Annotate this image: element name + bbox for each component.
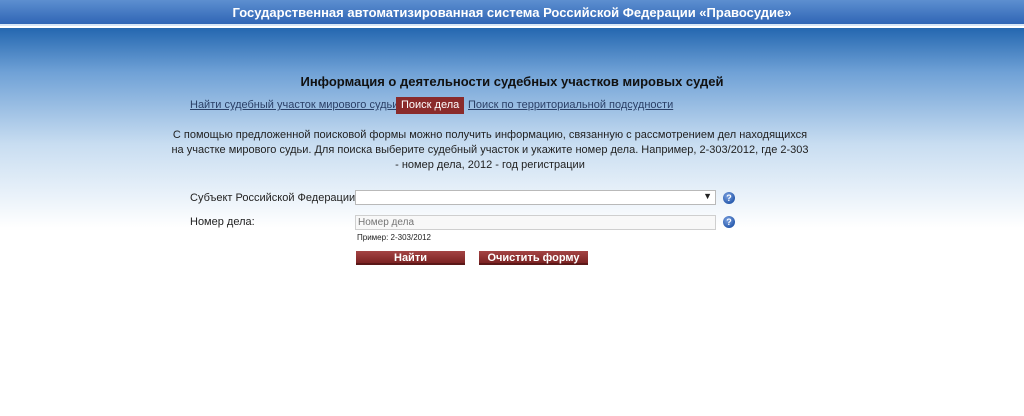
- search-description: С помощью предложенной поисковой формы м…: [171, 129, 809, 171]
- search-button[interactable]: Найти: [356, 251, 465, 265]
- nav-case-search-tab[interactable]: Поиск дела: [396, 97, 465, 114]
- case-number-input[interactable]: [355, 215, 716, 230]
- nav-bar: Найти судебный участок мирового судьи По…: [0, 97, 1024, 115]
- page-title: Информация о деятельности судебных участ…: [300, 74, 724, 89]
- main-content: Информация о деятельности судебных участ…: [0, 28, 1024, 416]
- site-title: Государственная автоматизированная систе…: [232, 5, 792, 20]
- help-icon[interactable]: ?: [723, 192, 735, 204]
- clear-form-button[interactable]: Очистить форму: [479, 251, 588, 265]
- help-icon[interactable]: ?: [723, 216, 735, 228]
- subject-label: Субъект Российской Федерации:: [190, 192, 359, 204]
- subject-select[interactable]: ▼: [355, 190, 716, 205]
- nav-find-section-link[interactable]: Найти судебный участок мирового судьи: [190, 99, 398, 111]
- case-number-hint: Пример: 2-303/2012: [357, 233, 431, 242]
- case-number-label: Номер дела:: [190, 216, 255, 228]
- chevron-down-icon: ▼: [703, 191, 712, 201]
- site-banner: Государственная автоматизированная систе…: [0, 0, 1024, 26]
- nav-territorial-search-link[interactable]: Поиск по территориальной подсудности: [468, 99, 673, 111]
